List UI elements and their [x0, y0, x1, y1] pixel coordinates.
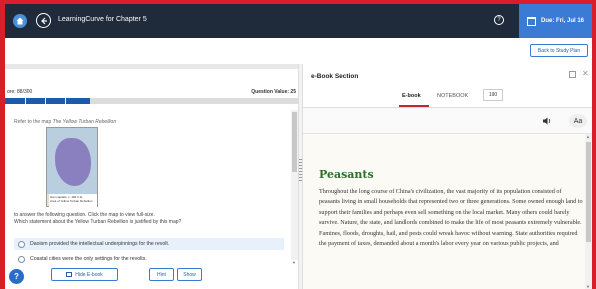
rebellion-area	[55, 138, 91, 186]
due-date-badge: Due: Fri, Jul 16	[519, 4, 592, 38]
back-arrow-icon[interactable]	[36, 13, 51, 28]
help-button[interactable]: ?	[9, 269, 24, 284]
reader-scrollbar-thumb[interactable]	[586, 142, 591, 242]
question-prompt: Refer to the map The Yellow Turban Rebel…	[14, 119, 289, 125]
answer-option[interactable]: Daoism provided the intellectual underpi…	[14, 238, 284, 250]
show-button[interactable]: Show	[177, 268, 202, 281]
reader-scrollbar[interactable]: ▲ ▼	[585, 134, 592, 289]
page-number-input[interactable]: 190	[483, 89, 503, 101]
score-progress-fill	[5, 98, 90, 104]
ebook-reader: Peasants Throughout the long course of C…	[303, 134, 592, 289]
drag-handle-icon[interactable]	[299, 159, 302, 181]
answer-option[interactable]: Coastal cities were the only settings fo…	[14, 253, 284, 265]
map-legend: Han capitals, c. 184 C.E. Area of Yellow…	[49, 194, 97, 207]
section-heading: Peasants	[319, 168, 374, 181]
hint-button[interactable]: Hint	[149, 268, 174, 281]
question-instructions: to answer the following question. Click …	[14, 212, 182, 225]
tab-notebook[interactable]: NOTEBOOK	[437, 93, 468, 99]
font-size-button[interactable]: Aa	[569, 114, 587, 128]
top-bar: LearningCurve for Chapter 5 ? Due: Fri, …	[5, 4, 592, 38]
question-pane: ore: 88/300 Question Value: 25 ▼ Refer t…	[5, 64, 298, 289]
score-label: ore: 88/300	[7, 89, 33, 95]
active-tab-indicator	[399, 105, 429, 107]
score-row: ore: 88/300 Question Value: 25	[5, 87, 298, 97]
action-button-row: Hide E-book Hint Show	[5, 265, 298, 289]
section-body: Throughout the long course of China's ci…	[319, 188, 583, 248]
ebook-tabs: E-book NOTEBOOK 190	[303, 86, 592, 108]
calendar-icon	[527, 16, 536, 26]
speaker-icon[interactable]	[543, 117, 552, 127]
close-icon[interactable]: ✕	[582, 69, 589, 78]
reader-toolbar: Aa	[303, 108, 592, 134]
refer-text: Refer to the map The Yellow Turban Rebel…	[14, 119, 117, 125]
scroll-up-arrow-icon[interactable]: ▲	[586, 134, 590, 139]
app-frame: LearningCurve for Chapter 5 ? Due: Fri, …	[5, 4, 592, 289]
home-icon[interactable]	[13, 14, 27, 28]
question-scrollbar-thumb[interactable]	[292, 112, 297, 172]
question-scrollbar[interactable]	[291, 110, 298, 260]
scroll-down-arrow-icon[interactable]: ▼	[586, 284, 590, 289]
horizontal-scrollbar[interactable]	[5, 64, 298, 69]
map-title: The Yellow Turban Rebellion	[52, 119, 117, 125]
ebook-pane: e-Book Section ✕ E-book NOTEBOOK 190 Aa …	[303, 64, 592, 289]
ebook-section-title: e-Book Section	[311, 73, 359, 80]
popout-icon[interactable]	[569, 71, 576, 78]
tab-ebook[interactable]: E-book	[402, 93, 421, 99]
due-date-label: Due: Fri, Jul 16	[541, 18, 585, 24]
book-icon	[66, 272, 73, 277]
back-to-study-plan-button[interactable]: Back to Study Plan	[530, 44, 588, 57]
radio-button[interactable]	[18, 240, 25, 248]
radio-button[interactable]	[18, 255, 25, 263]
yellow-turban-map[interactable]: Han capitals, c. 184 C.E. Area of Yellow…	[46, 127, 98, 207]
app-title: LearningCurve for Chapter 5	[58, 16, 147, 23]
help-icon[interactable]: ?	[494, 15, 504, 25]
hide-ebook-button[interactable]: Hide E-book	[51, 268, 118, 281]
score-progress-bar	[5, 98, 298, 104]
question-value-label: Question Value: 25	[251, 89, 296, 95]
